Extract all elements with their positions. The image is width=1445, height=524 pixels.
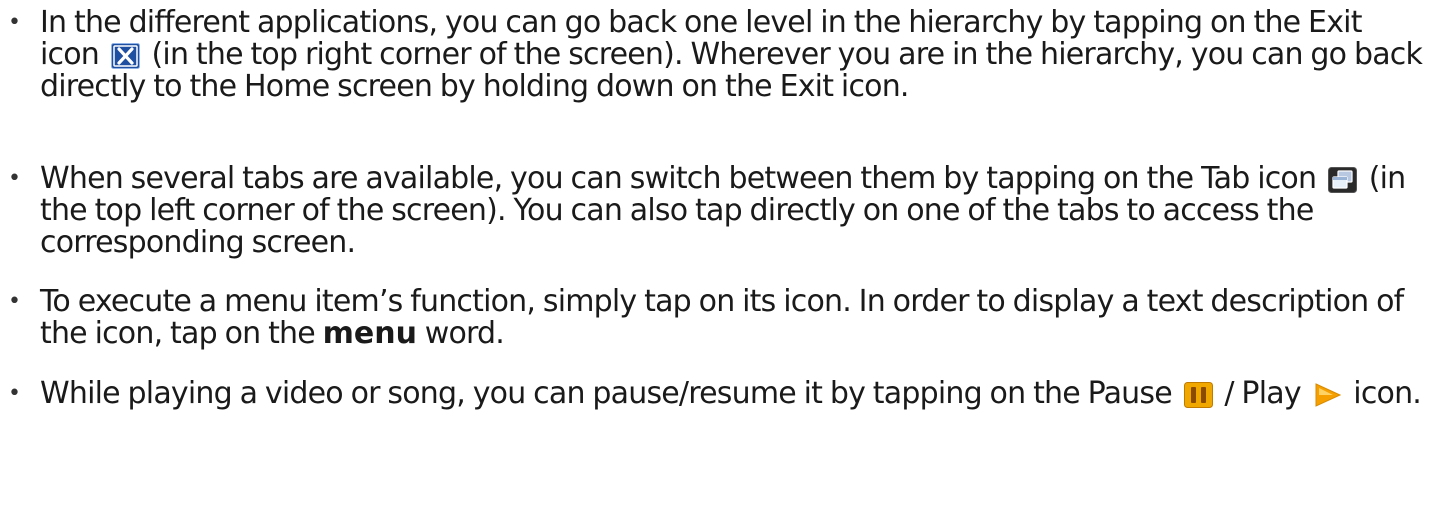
list-item: To execute a menu item’s function, simpl… bbox=[8, 284, 1425, 351]
pause-icon bbox=[1183, 382, 1213, 408]
tab-icon bbox=[1327, 167, 1357, 193]
item-4-text-a: While playing a video or song, you can p… bbox=[40, 376, 1173, 411]
item-3-text-a: To execute a menu item’s function, simpl… bbox=[40, 284, 1404, 351]
item-2-text-a: When several tabs are available, you can… bbox=[40, 161, 1317, 196]
list-item: In the different applications, you can g… bbox=[8, 7, 1425, 104]
item-4-text-b: / Play bbox=[1224, 376, 1301, 411]
play-icon bbox=[1313, 382, 1342, 408]
document-page: In the different applications, you can g… bbox=[0, 0, 1445, 524]
list-item: While playing a video or song, you can p… bbox=[8, 376, 1425, 411]
item-3-text-b: word. bbox=[424, 316, 505, 351]
item-4-text-c: icon. bbox=[1353, 376, 1422, 411]
menu-keyword: menu bbox=[322, 316, 417, 351]
item-1-text-b: (in the top right corner of the screen).… bbox=[40, 37, 1423, 104]
close-icon bbox=[110, 43, 140, 69]
list-item: When several tabs are available, you can… bbox=[8, 161, 1425, 259]
